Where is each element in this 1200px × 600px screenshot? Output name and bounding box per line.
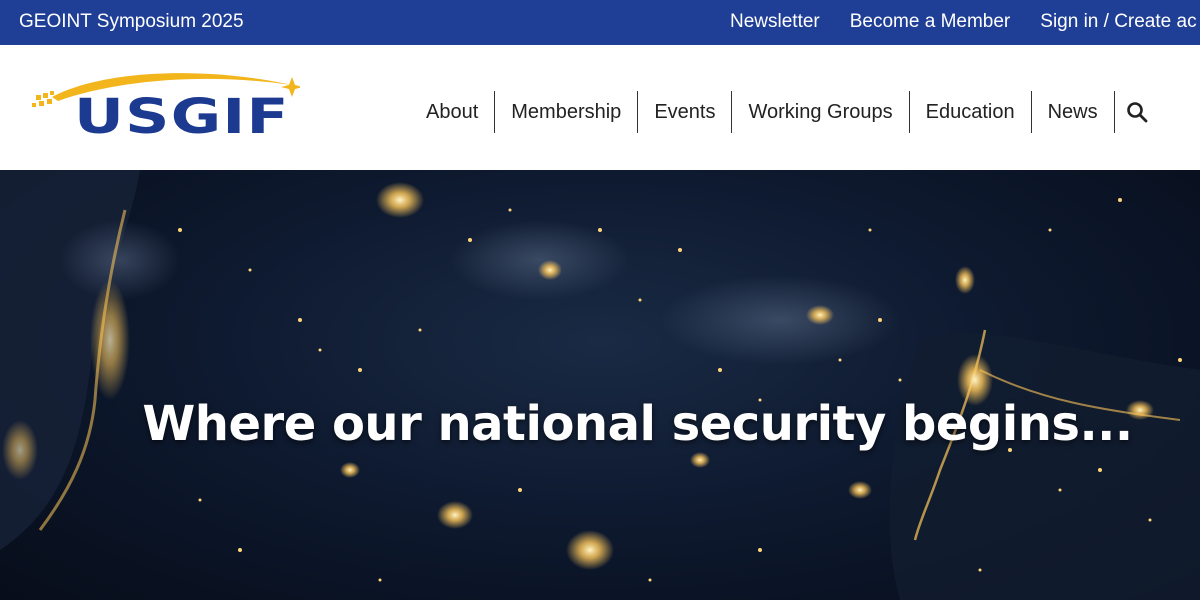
hero-headline: Where our national security begins... <box>142 396 1133 452</box>
become-member-link[interactable]: Become a Member <box>850 11 1011 33</box>
top-utility-bar: GEOINT Symposium 2025 Newsletter Become … <box>0 0 1200 45</box>
nav-working-groups[interactable]: Working Groups <box>732 91 910 133</box>
usgif-logo[interactable]: USGIF <box>30 65 303 145</box>
search-button[interactable] <box>1115 91 1159 133</box>
hero-banner: Where our national security begins... <box>0 170 1200 600</box>
nav-membership[interactable]: Membership <box>495 91 639 133</box>
symposium-link[interactable]: GEOINT Symposium 2025 <box>19 11 244 33</box>
nav-events[interactable]: Events <box>638 91 733 133</box>
nav-about[interactable]: About <box>410 91 496 133</box>
site-header: USGIF About Membership Events Working Gr… <box>0 45 1200 170</box>
nav-news[interactable]: News <box>1032 91 1115 133</box>
main-nav: About Membership Events Working Groups E… <box>410 91 1159 133</box>
search-icon <box>1126 102 1147 123</box>
newsletter-link[interactable]: Newsletter <box>730 11 820 33</box>
night-earth-image <box>0 170 1200 600</box>
utility-links: Newsletter Become a Member Sign in / Cre… <box>730 11 1197 33</box>
logo-wordmark: USGIF <box>74 89 290 145</box>
sign-in-link[interactable]: Sign in / Create ac <box>1040 11 1196 33</box>
nav-education[interactable]: Education <box>910 91 1032 133</box>
